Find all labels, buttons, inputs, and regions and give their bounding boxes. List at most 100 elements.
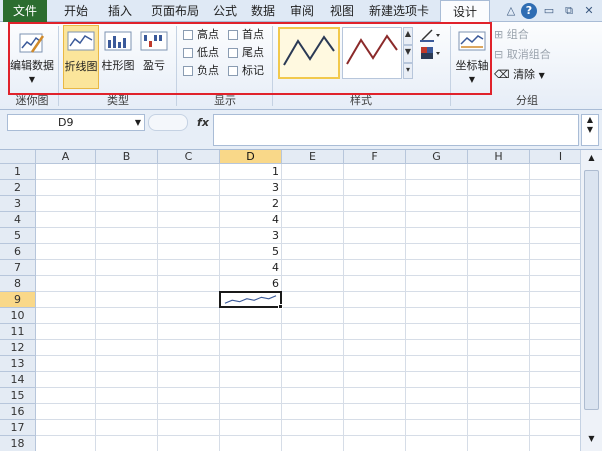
ungroup-button[interactable]: ⊟ 取消组合 xyxy=(494,47,551,63)
group-separator xyxy=(450,26,451,106)
column-chart-icon xyxy=(104,31,132,51)
first-point-checkbox[interactable]: 首点 xyxy=(226,27,264,43)
insert-function-icon[interactable]: fx xyxy=(193,114,213,131)
column-sparkline-label: 柱形图 xyxy=(101,59,135,72)
name-box-dropdown-icon[interactable]: ▼ xyxy=(135,115,141,130)
sparkline-style-1[interactable] xyxy=(278,27,340,79)
axis-label: 坐标轴 xyxy=(455,59,489,72)
edit-data-button[interactable]: 编辑数据 ▼ xyxy=(10,26,54,88)
tab-data[interactable]: 数据 xyxy=(246,0,280,22)
name-box-value: D9 xyxy=(58,116,74,129)
low-point-label: 低点 xyxy=(197,46,219,59)
negative-point-checkbox[interactable]: 负点 xyxy=(181,63,219,79)
line-sparkline-label: 折线图 xyxy=(64,60,98,73)
sparkline-group-label: 迷你图 xyxy=(15,94,49,107)
cell-d4[interactable]: 4 xyxy=(220,212,282,228)
marker-color-button[interactable] xyxy=(420,46,444,62)
winloss-sparkline-button[interactable]: 盈亏 xyxy=(137,26,171,88)
sparkline-color-button[interactable] xyxy=(420,28,444,44)
ungroup-button-label: 取消组合 xyxy=(506,48,551,61)
group-icon: ⊞ xyxy=(494,28,504,41)
winloss-chart-icon xyxy=(140,31,168,51)
tab-file[interactable]: 文件 xyxy=(3,0,47,22)
scroll-thumb[interactable] xyxy=(584,170,599,410)
axis-icon xyxy=(458,31,486,51)
formula-expand-icon[interactable]: ▲ ▼ xyxy=(581,114,599,146)
collapse-ribbon-icon[interactable]: △ xyxy=(503,3,519,19)
column-sparkline-button[interactable]: 柱形图 xyxy=(100,26,136,88)
axis-dropdown-icon: ▼ xyxy=(468,75,476,84)
help-icon[interactable]: ? xyxy=(521,3,537,19)
tab-page-layout[interactable]: 页面布局 xyxy=(145,0,205,22)
tab-view[interactable]: 视图 xyxy=(325,0,359,22)
clear-button[interactable]: ⌫ 清除 ▼ xyxy=(494,67,545,83)
checkbox-box xyxy=(183,48,193,58)
fill-handle[interactable] xyxy=(278,304,283,309)
ribbon: 编辑数据 ▼ 迷你图 折线图 柱形图 盈亏 类型 高点 低点 负点 首点 尾点 … xyxy=(0,22,602,110)
gridlines xyxy=(36,164,580,451)
formula-input[interactable] xyxy=(213,114,579,146)
close-icon[interactable]: ✕ xyxy=(581,3,597,19)
last-point-checkbox[interactable]: 尾点 xyxy=(226,45,264,61)
formula-bar-splitter[interactable] xyxy=(148,114,188,131)
clear-button-label: 清除 xyxy=(513,68,536,81)
eraser-icon: ⌫ xyxy=(494,68,510,81)
checkbox-box xyxy=(228,48,238,58)
style-preview-blue xyxy=(283,35,335,66)
group-button-label: 组合 xyxy=(506,28,529,41)
cell-d6[interactable]: 5 xyxy=(220,244,282,260)
type-group-label: 类型 xyxy=(107,94,129,107)
tab-new-tab[interactable]: 新建选项卡 xyxy=(367,0,431,22)
gallery-up-icon[interactable]: ▲ xyxy=(403,27,413,45)
winloss-sparkline-label: 盈亏 xyxy=(143,59,165,72)
group-button[interactable]: ⊞ 组合 xyxy=(494,27,529,43)
checkbox-box xyxy=(228,66,238,76)
edit-data-dropdown-icon: ▼ xyxy=(28,75,36,84)
gallery-down-icon[interactable]: ▼ xyxy=(403,45,413,63)
restore-icon[interactable]: ⧉ xyxy=(561,3,577,19)
group-separator xyxy=(58,26,59,106)
line-sparkline-button[interactable]: 折线图 xyxy=(63,25,99,89)
name-box[interactable]: D9 ▼ xyxy=(7,114,145,131)
edit-data-icon xyxy=(19,33,45,53)
scroll-down-icon[interactable]: ▼ xyxy=(584,434,599,448)
high-point-checkbox[interactable]: 高点 xyxy=(181,27,219,43)
axis-button[interactable]: 坐标轴 ▼ xyxy=(455,26,489,88)
pen-icon xyxy=(420,29,440,42)
sparkline-style-2[interactable] xyxy=(342,27,402,79)
gallery-more-icon[interactable]: ▾ xyxy=(403,63,413,79)
cell-d1[interactable]: 1 xyxy=(220,164,282,180)
cell-d2[interactable]: 3 xyxy=(220,180,282,196)
marker-color-icon xyxy=(421,47,440,59)
tab-review[interactable]: 审阅 xyxy=(285,0,319,22)
tab-formulas[interactable]: 公式 xyxy=(208,0,242,22)
cell-d3[interactable]: 2 xyxy=(220,196,282,212)
spreadsheet-grid[interactable]: ABCDEFGHI 1 2 3 4 5 6 7 8 9 10 11 12 13 14 15 16 17 18 13… xyxy=(0,150,602,451)
group-separator xyxy=(272,26,273,106)
cell-d5[interactable]: 3 xyxy=(220,228,282,244)
cell-d7[interactable]: 4 xyxy=(220,260,282,276)
ribbon-tab-bar: 文件 开始 插入 页面布局 公式 数据 审阅 视图 新建选项卡 设计 △ ? ▭… xyxy=(0,0,602,23)
style-group-label: 样式 xyxy=(350,94,372,107)
group-group-label: 分组 xyxy=(516,94,538,107)
last-point-label: 尾点 xyxy=(242,46,264,59)
negative-point-label: 负点 xyxy=(197,64,219,77)
markers-label: 标记 xyxy=(242,64,264,77)
first-point-label: 首点 xyxy=(242,28,264,41)
minimize-icon[interactable]: ▭ xyxy=(541,3,557,19)
group-separator xyxy=(176,26,177,106)
style-preview-red xyxy=(346,34,398,65)
markers-checkbox[interactable]: 标记 xyxy=(226,63,264,79)
show-group-label: 显示 xyxy=(214,94,236,107)
vertical-scrollbar[interactable]: ▲ ▼ xyxy=(580,150,602,451)
edit-data-label: 编辑数据 xyxy=(10,59,54,72)
tab-home[interactable]: 开始 xyxy=(56,0,96,22)
cell-d8[interactable]: 6 xyxy=(220,276,282,292)
scroll-up-icon[interactable]: ▲ xyxy=(584,153,599,167)
tab-insert[interactable]: 插入 xyxy=(100,0,140,22)
checkbox-box xyxy=(183,66,193,76)
active-cell-d9[interactable] xyxy=(219,291,283,309)
sparkline xyxy=(224,295,277,304)
low-point-checkbox[interactable]: 低点 xyxy=(181,45,219,61)
tab-design[interactable]: 设计 xyxy=(440,0,490,23)
